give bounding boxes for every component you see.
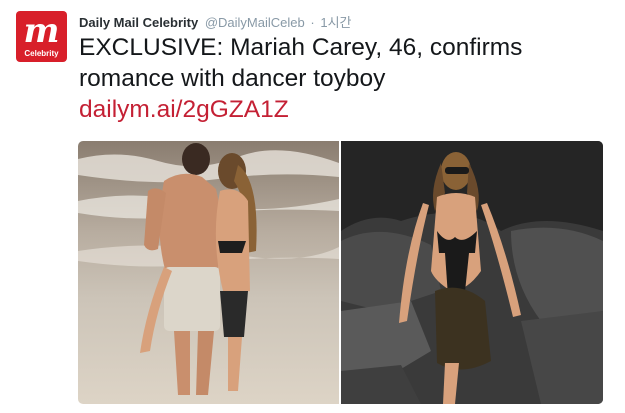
tweet-text: EXCLUSIVE: Mariah Carey, 46, confirms ro… (79, 34, 523, 92)
brand-logo-caption: Celebrity (24, 49, 59, 58)
avatar[interactable]: m Celebrity (16, 11, 67, 62)
tweet-card[interactable]: m Celebrity Daily Mail Celebrity @DailyM… (0, 0, 625, 413)
tweet-text-block: EXCLUSIVE: Mariah Carey, 46, confirms ro… (79, 32, 609, 125)
meta-separator: · (310, 15, 315, 30)
media-grid (78, 141, 603, 404)
tweet-header: Daily Mail Celebrity @DailyMailCeleb · 1… (79, 12, 352, 30)
tweet-link[interactable]: dailym.ai/2gGZA1Z (79, 94, 609, 125)
user-handle[interactable]: @DailyMailCeleb (205, 15, 305, 30)
tweet-timestamp[interactable]: 1시간 (320, 15, 351, 30)
brand-logo: m (23, 11, 60, 51)
display-name[interactable]: Daily Mail Celebrity (79, 15, 198, 30)
couple-beach-photo[interactable] (78, 141, 339, 404)
rocks-swimsuit-photo[interactable] (341, 141, 603, 404)
